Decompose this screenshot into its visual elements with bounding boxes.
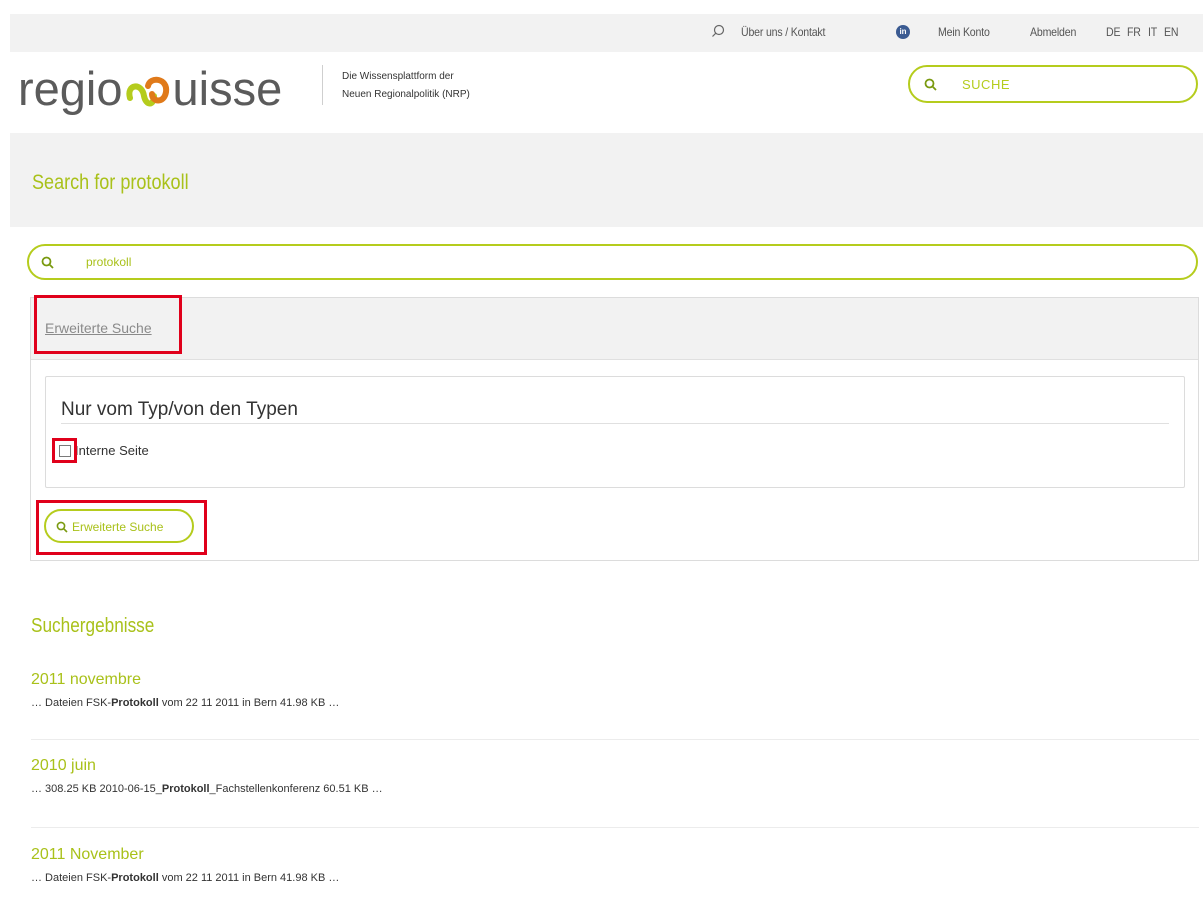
site-logo[interactable]: regio uisse: [18, 61, 282, 116]
result-item: 2010 juin … 308.25 KB 2010-06-15_Protoko…: [31, 757, 1201, 795]
snippet-match: Protokoll: [111, 872, 159, 884]
snippet-text: … 308.25 KB 2010-06-15_: [31, 783, 162, 795]
fieldset-divider: [61, 423, 1169, 424]
snippet-text: … Dateien FSK-: [31, 697, 112, 709]
internal-page-label[interactable]: Interne Seite: [75, 443, 149, 458]
highlight-box: [52, 438, 77, 463]
title-band: Search for protokoll: [10, 133, 1203, 227]
results-heading: Suchergebnisse: [31, 615, 155, 637]
header-search-placeholder: SUCHE: [962, 77, 1011, 92]
search-icon[interactable]: [711, 24, 725, 38]
header-search-input[interactable]: SUCHE: [908, 65, 1198, 103]
main-search-input[interactable]: protokoll: [27, 244, 1198, 280]
result-title[interactable]: 2011 November: [31, 846, 1201, 864]
search-icon: [41, 256, 54, 269]
lang-fr[interactable]: FR: [1127, 25, 1141, 39]
header-divider: [322, 65, 323, 105]
result-item: 2011 November … Dateien FSK-Protokoll vo…: [31, 846, 1201, 884]
lang-it[interactable]: IT: [1148, 25, 1157, 39]
highlight-box: [36, 500, 207, 555]
logo-text-left: regio: [18, 62, 123, 115]
result-snippet: … 308.25 KB 2010-06-15_Protokoll_Fachste…: [31, 783, 1201, 795]
tagline-line-2: Neuen Regionalpolitik (NRP): [342, 89, 470, 100]
snippet-text: vom 22 11 2011 in Bern 41.98 KB …: [158, 872, 340, 884]
result-divider: [31, 827, 1199, 828]
advanced-search-header: Erweiterte Suche: [31, 298, 1198, 360]
lang-de[interactable]: DE: [1106, 25, 1121, 39]
top-bar: Über uns / Kontakt in Mein Konto Abmelde…: [10, 14, 1203, 52]
lang-en[interactable]: EN: [1164, 25, 1179, 39]
main-search-value: protokoll: [86, 255, 132, 269]
snippet-match: Protokoll: [161, 783, 210, 795]
logo-mark-icon: [125, 76, 169, 106]
linkedin-icon[interactable]: in: [896, 25, 910, 39]
snippet-match: Protokoll: [111, 697, 159, 709]
result-item: 2011 novembre … Dateien FSK-Protokoll vo…: [31, 671, 1201, 709]
type-filter-heading: Nur vom Typ/von den Typen: [61, 399, 298, 420]
page-title: Search for protokoll: [32, 171, 189, 194]
result-title[interactable]: 2010 juin: [31, 757, 1201, 775]
my-account-link[interactable]: Mein Konto: [938, 25, 990, 39]
highlight-box: [34, 295, 182, 354]
result-divider: [31, 739, 1199, 740]
logo-text-right: uisse: [172, 62, 283, 115]
about-contact-link[interactable]: Über uns / Kontakt: [741, 25, 825, 39]
logout-link[interactable]: Abmelden: [1030, 25, 1076, 39]
result-title[interactable]: 2011 novembre: [31, 671, 1201, 689]
tagline: Die Wissensplattform der Neuen Regionalp…: [342, 68, 470, 104]
result-snippet: … Dateien FSK-Protokoll vom 22 11 2011 i…: [31, 697, 1201, 709]
snippet-text: … Dateien FSK-: [31, 872, 112, 884]
result-snippet: … Dateien FSK-Protokoll vom 22 11 2011 i…: [31, 872, 1201, 884]
search-icon: [924, 78, 937, 91]
tagline-line-1: Die Wissensplattform der: [342, 71, 454, 82]
type-filter-fieldset: Nur vom Typ/von den Typen Interne Seite: [45, 376, 1185, 488]
snippet-text: _Fachstellenkonferenz 60.51 KB …: [209, 783, 383, 795]
snippet-text: vom 22 11 2011 in Bern 41.98 KB …: [158, 697, 340, 709]
